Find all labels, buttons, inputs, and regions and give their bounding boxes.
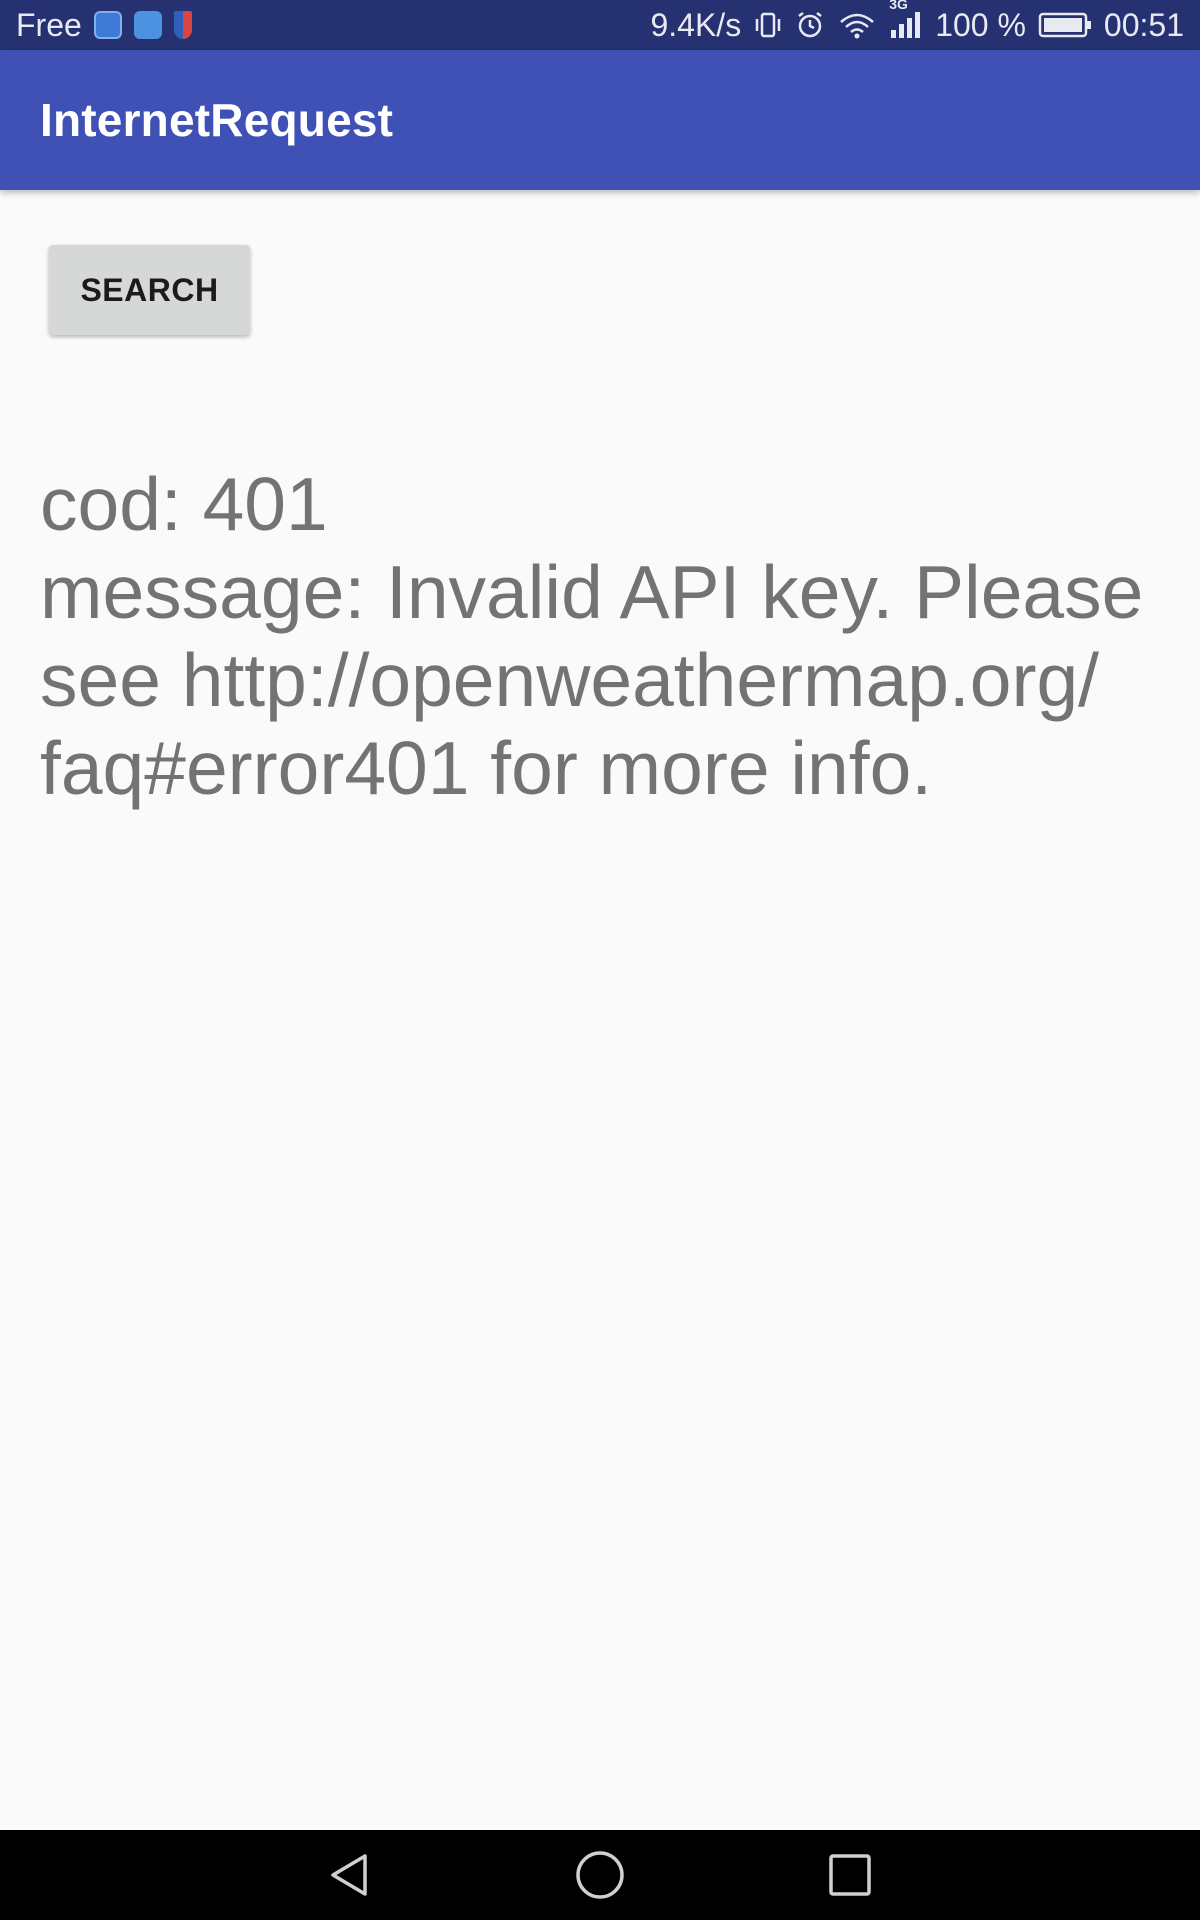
messenger-icon	[133, 11, 162, 39]
shield-icon	[173, 11, 192, 39]
recents-icon	[829, 1854, 871, 1896]
result-line: faq#error401 for more info.	[40, 726, 933, 810]
app-bar: InternetRequest	[0, 50, 1200, 190]
vibrate-icon	[755, 12, 781, 38]
clock: 00:51	[1103, 6, 1184, 43]
screen: Free 9.4K/s 3G 100 % 00:51 InternetReque…	[0, 0, 1200, 1920]
wifi-icon	[840, 13, 875, 39]
back-button[interactable]	[315, 1840, 385, 1910]
cell-signal-group: 3G	[889, 0, 923, 40]
home-icon	[576, 1851, 624, 1899]
result-line: cod: 401	[40, 462, 328, 546]
nav-bar	[0, 1830, 1200, 1920]
result-line: message: Invalid API key. Please	[40, 550, 1144, 634]
status-left: Free	[16, 7, 192, 44]
result-line: see http://openweathermap.org/	[40, 638, 1100, 722]
net-speed: 9.4K/s	[650, 6, 742, 43]
home-button[interactable]	[565, 1840, 635, 1910]
app-notification-icon	[93, 11, 122, 39]
battery-percent: 100 %	[935, 6, 1026, 43]
search-button[interactable]: SEARCH	[49, 245, 250, 335]
status-bar: Free 9.4K/s 3G 100 % 00:51	[0, 0, 1200, 50]
carrier-label: Free	[16, 6, 82, 43]
battery-icon	[1038, 12, 1091, 38]
alarm-icon	[798, 12, 822, 38]
cell-signal-icon	[891, 12, 921, 38]
network-type-label: 3G	[889, 0, 908, 12]
status-right: 9.4K/s 3G 100 % 00:51	[650, 0, 1184, 44]
recents-button[interactable]	[815, 1840, 885, 1910]
app-title: InternetRequest	[40, 94, 394, 146]
back-icon	[331, 1854, 367, 1896]
result-text: cod: 401 message: Invalid API key. Pleas…	[40, 460, 1170, 812]
